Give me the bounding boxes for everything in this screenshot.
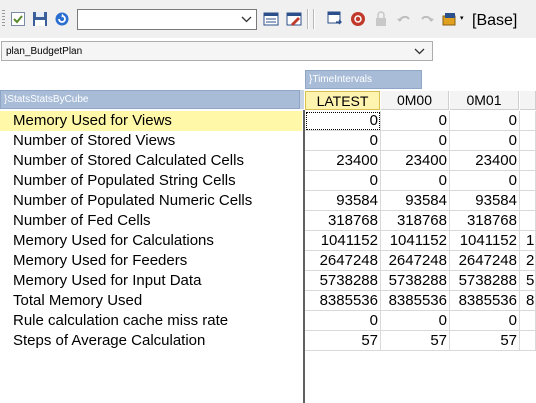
data-cell[interactable] bbox=[520, 131, 536, 151]
data-cell[interactable]: 2 bbox=[520, 251, 536, 271]
data-cell[interactable]: 23400 bbox=[381, 151, 450, 171]
undo-icon[interactable] bbox=[396, 11, 412, 27]
data-cell[interactable]: 0 bbox=[450, 311, 520, 331]
data-cell[interactable]: 2647248 bbox=[450, 251, 520, 271]
row-label[interactable]: Memory Used for Views bbox=[0, 111, 302, 131]
data-cell[interactable]: 0 bbox=[450, 171, 520, 191]
row-label[interactable]: Rule calculation cache miss rate bbox=[0, 311, 302, 331]
data-cell[interactable]: 0 bbox=[305, 171, 381, 191]
data-cell[interactable] bbox=[520, 311, 536, 331]
data-cell[interactable]: 1041152 bbox=[381, 231, 450, 251]
sandbox-icon[interactable] bbox=[442, 11, 458, 27]
data-cell[interactable]: 8385536 bbox=[381, 291, 450, 311]
zero-suppress-icon[interactable] bbox=[327, 11, 343, 27]
data-cell[interactable]: 5738288 bbox=[450, 271, 520, 291]
data-cell[interactable]: 57 bbox=[305, 331, 381, 351]
data-cell[interactable]: 93584 bbox=[450, 191, 520, 211]
data-cell[interactable]: 0 bbox=[381, 171, 450, 191]
row-label[interactable]: Number of Fed Cells bbox=[0, 211, 302, 231]
data-cell[interactable] bbox=[520, 331, 536, 351]
column-header-0m00[interactable]: 0M00 bbox=[381, 91, 449, 110]
data-cell[interactable]: 57 bbox=[450, 331, 520, 351]
row-label[interactable]: Total Memory Used bbox=[0, 291, 302, 311]
data-cell[interactable]: 93584 bbox=[381, 191, 450, 211]
data-cell[interactable]: 1041152 bbox=[450, 231, 520, 251]
data-cell[interactable]: 318768 bbox=[305, 211, 381, 231]
toolbar-grip[interactable] bbox=[2, 10, 5, 28]
data-cell[interactable] bbox=[520, 191, 536, 211]
data-cell[interactable] bbox=[520, 211, 536, 231]
view-design-icon[interactable] bbox=[286, 11, 302, 27]
column-dimension-tab[interactable]: }TimeIntervals bbox=[305, 70, 422, 89]
data-cell[interactable]: 57 bbox=[381, 331, 450, 351]
sandbox-label: [Base] bbox=[472, 12, 518, 29]
toolbar-separator bbox=[307, 9, 309, 29]
data-cell[interactable]: 93584 bbox=[305, 191, 381, 211]
data-cell[interactable] bbox=[520, 111, 536, 131]
data-cell[interactable]: 5 bbox=[520, 271, 536, 291]
row-dimension-resize-handle[interactable] bbox=[300, 90, 304, 109]
row-label[interactable]: Number of Stored Calculated Cells bbox=[0, 151, 302, 171]
data-cell[interactable]: 0 bbox=[450, 131, 520, 151]
data-cell[interactable]: 0 bbox=[381, 131, 450, 151]
view-name-value: plan_BudgetPlan bbox=[6, 45, 83, 57]
lock-icon[interactable] bbox=[373, 11, 389, 27]
data-cell[interactable] bbox=[520, 151, 536, 171]
data-cell[interactable]: 0 bbox=[305, 131, 381, 151]
redo-icon[interactable] bbox=[419, 11, 435, 27]
row-label[interactable]: Number of Populated String Cells bbox=[0, 171, 302, 191]
data-cell[interactable]: 1( bbox=[520, 231, 536, 251]
data-cell[interactable]: 23400 bbox=[305, 151, 381, 171]
data-cell[interactable]: 318768 bbox=[381, 211, 450, 231]
column-header-latest[interactable]: LATEST bbox=[305, 91, 380, 110]
data-cell[interactable]: 5738288 bbox=[381, 271, 450, 291]
data-cell[interactable]: 8 bbox=[520, 291, 536, 311]
row-label[interactable]: Number of Stored Views bbox=[0, 131, 302, 151]
data-cell[interactable]: 2647248 bbox=[381, 251, 450, 271]
column-header-label: LATEST bbox=[316, 93, 369, 109]
row-dimension-tab[interactable]: }StatsStatsByCube bbox=[0, 90, 300, 109]
stop-icon[interactable] bbox=[350, 11, 366, 27]
save-icon[interactable] bbox=[32, 11, 48, 27]
row-label[interactable]: Memory Used for Input Data bbox=[0, 271, 302, 291]
data-cell[interactable] bbox=[520, 171, 536, 191]
checkbox-icon[interactable] bbox=[10, 11, 26, 27]
data-cell[interactable]: 0 bbox=[305, 111, 381, 131]
data-cell[interactable]: 0 bbox=[450, 111, 520, 131]
column-dimension-label: }TimeIntervals bbox=[309, 74, 372, 85]
row-dimension-label: }StatsStatsByCube bbox=[4, 94, 89, 105]
chevron-down-icon[interactable] bbox=[412, 42, 426, 60]
data-cell[interactable]: 318768 bbox=[450, 211, 520, 231]
toolbar-separator bbox=[313, 9, 315, 29]
chevron-down-icon[interactable] bbox=[238, 10, 254, 29]
view-name-dropdown[interactable]: plan_BudgetPlan bbox=[1, 41, 433, 61]
recalculate-icon[interactable] bbox=[54, 11, 70, 27]
data-cell[interactable]: 8385536 bbox=[305, 291, 381, 311]
row-label[interactable]: Steps of Average Calculation bbox=[0, 331, 302, 351]
data-cell[interactable]: 8385536 bbox=[450, 291, 520, 311]
column-header-0m01[interactable]: 0M01 bbox=[450, 91, 519, 110]
data-cell[interactable]: 2647248 bbox=[305, 251, 381, 271]
toolbar: ▾ [Base] bbox=[0, 0, 536, 38]
column-header-overflow[interactable] bbox=[520, 91, 536, 110]
row-label[interactable]: Memory Used for Calculations bbox=[0, 231, 302, 251]
data-cell[interactable]: 1041152 bbox=[305, 231, 381, 251]
sandbox-dropdown-icon[interactable]: ▾ bbox=[460, 14, 464, 22]
data-cell[interactable]: 0 bbox=[305, 311, 381, 331]
view-options-icon[interactable] bbox=[263, 11, 279, 27]
data-cell[interactable]: 0 bbox=[381, 311, 450, 331]
data-cell[interactable]: 0 bbox=[381, 111, 450, 131]
column-header-label: 0M01 bbox=[466, 92, 502, 108]
row-label[interactable]: Memory Used for Feeders bbox=[0, 251, 302, 271]
data-cell[interactable]: 5738288 bbox=[305, 271, 381, 291]
data-cell[interactable]: 23400 bbox=[450, 151, 520, 171]
view-select[interactable] bbox=[77, 9, 257, 30]
row-label[interactable]: Number of Populated Numeric Cells bbox=[0, 191, 302, 211]
column-header-label: 0M00 bbox=[396, 92, 433, 108]
